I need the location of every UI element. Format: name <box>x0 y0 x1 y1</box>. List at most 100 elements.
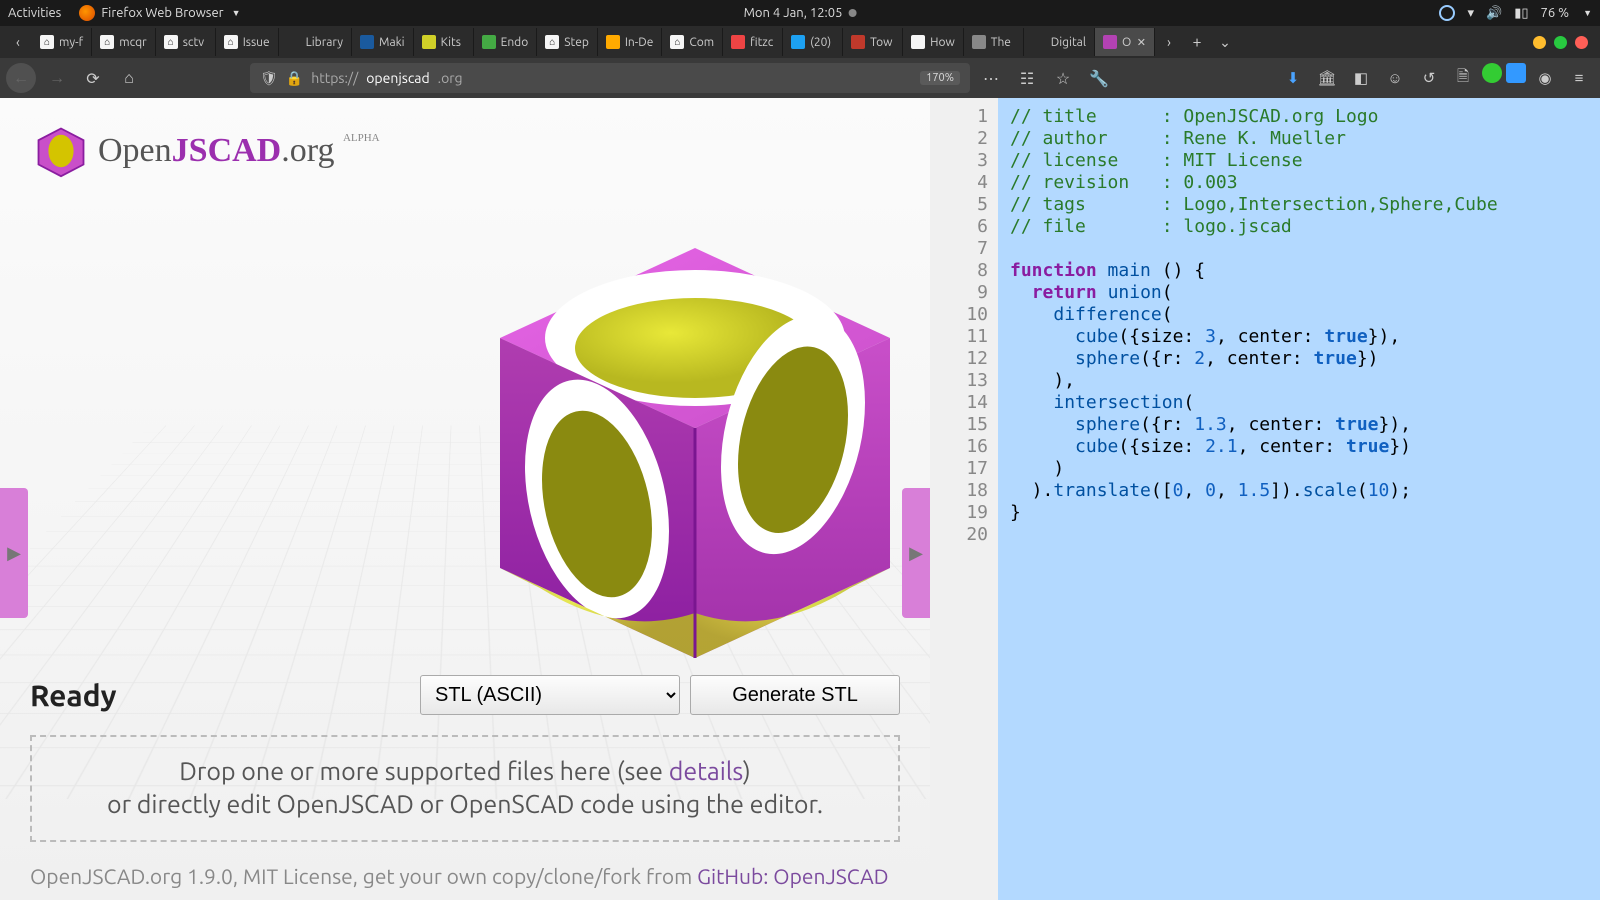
sidebar-icon[interactable]: ◧ <box>1346 63 1376 93</box>
url-host: openjscad <box>366 70 429 86</box>
account-icon[interactable]: ☺ <box>1380 63 1410 93</box>
tab-label: O <box>1122 36 1131 49</box>
ext1-icon[interactable] <box>1482 63 1502 83</box>
reader-icon[interactable]: ☷ <box>1012 63 1042 93</box>
hamburger-menu[interactable]: ≡ <box>1564 63 1594 93</box>
tab-label: Library <box>306 36 343 49</box>
new-tab-button[interactable]: + <box>1183 33 1211 51</box>
favicon <box>911 35 925 49</box>
line-numbers: 1234567891011121314151617181920 <box>930 98 998 900</box>
browser-tab[interactable]: fitzc <box>723 28 783 56</box>
favicon <box>482 35 496 49</box>
browser-tab-strip: ‹ ⌂my-f⌂mcqr⌂sctv⌂IssueLibraryMakiKitsEn… <box>0 26 1600 58</box>
logo-cube-icon <box>34 124 88 178</box>
viewport-pane[interactable]: OpenJSCAD.org ALPHA <box>0 98 930 900</box>
address-bar[interactable]: 🛡 🔒 https://openjscad.org 170% <box>250 63 970 93</box>
library-icon[interactable]: 🏛 <box>1312 63 1342 93</box>
browser-tab[interactable]: ⌂ Com <box>662 28 723 56</box>
system-tray[interactable]: ▾ 🔊 ▮▯ 76 % ▼ <box>1439 5 1592 21</box>
favicon <box>360 35 374 49</box>
browser-tab[interactable]: In-De <box>598 28 663 56</box>
left-panel-toggle[interactable]: ▶ <box>0 488 28 618</box>
ext2-icon[interactable] <box>1506 63 1526 83</box>
dropzone-text: Drop one or more supported files here (s… <box>179 757 668 785</box>
tab-label: How <box>930 36 955 49</box>
battery-icon[interactable]: ▮▯ <box>1514 6 1528 21</box>
file-drop-zone[interactable]: Drop one or more supported files here (s… <box>30 735 900 843</box>
home-button[interactable]: ⌂ <box>114 63 144 93</box>
export-controls: Ready STL (ASCII) Generate STL <box>30 675 900 715</box>
all-tabs-button[interactable]: ⌄ <box>1211 28 1239 56</box>
favicon <box>422 35 436 49</box>
favicon <box>851 35 865 49</box>
forward-button[interactable]: → <box>42 63 72 93</box>
right-panel-toggle[interactable]: ▶ <box>902 488 930 618</box>
favicon: ⌂ <box>40 35 54 49</box>
ext3-icon[interactable]: ◉ <box>1530 63 1560 93</box>
browser-tab[interactable]: ⌂mcqr <box>92 28 155 56</box>
browser-tab[interactable]: (20) <box>783 28 843 56</box>
3d-model-preview[interactable] <box>460 218 930 688</box>
favicon <box>731 35 745 49</box>
page-actions-button[interactable]: ⋯ <box>976 63 1006 93</box>
updates-icon[interactable] <box>1439 5 1455 21</box>
browser-tab[interactable]: ⌂Issue <box>216 28 279 56</box>
browser-toolbar: ← → ⟳ ⌂ 🛡 🔒 https://openjscad.org 170% ⋯… <box>0 58 1600 98</box>
devtools-icon[interactable]: 🔧 <box>1084 63 1114 93</box>
activities-button[interactable]: Activities <box>8 6 61 20</box>
favicon: ⌂ <box>224 35 238 49</box>
dropzone-text-2: or directly edit OpenJSCAD or OpenSCAD c… <box>42 788 888 822</box>
favicon <box>606 35 620 49</box>
code-content[interactable]: // title : OpenJSCAD.org Logo // author … <box>998 98 1498 900</box>
browser-tab[interactable]: ⌂Step <box>537 28 598 56</box>
tab-label: The <box>991 36 1011 49</box>
shield-icon[interactable]: 🛡 <box>260 70 278 87</box>
lock-icon[interactable]: 🔒 <box>286 70 303 87</box>
zoom-indicator[interactable]: 170% <box>920 71 960 85</box>
sync-icon[interactable]: ↺ <box>1414 63 1444 93</box>
tab-label: Endo <box>501 36 529 49</box>
network-icon[interactable]: ▾ <box>1467 6 1474 21</box>
favicon: ⌂ <box>670 35 684 49</box>
github-link[interactable]: GitHub: OpenJSCAD <box>697 864 889 888</box>
app-logo: OpenJSCAD.org ALPHA <box>34 124 380 178</box>
downloads-icon[interactable]: ⬇ <box>1278 63 1308 93</box>
tab-scroll-right[interactable]: › <box>1155 28 1183 56</box>
close-window-button[interactable] <box>1575 36 1588 49</box>
tab-label: sctv <box>183 36 204 49</box>
volume-icon[interactable]: 🔊 <box>1486 6 1502 21</box>
back-button[interactable]: ← <box>6 63 36 93</box>
favicon <box>791 35 805 49</box>
browser-tab[interactable]: Kits <box>414 28 474 56</box>
app-menu[interactable]: Firefox Web Browser ▼ <box>79 5 240 21</box>
browser-tab[interactable]: ⌂sctv <box>156 28 216 56</box>
window-controls <box>1533 36 1596 49</box>
minimize-button[interactable] <box>1533 36 1546 49</box>
generate-button[interactable]: Generate STL <box>690 675 900 715</box>
tab-scroll-left[interactable]: ‹ <box>4 28 32 56</box>
browser-tab[interactable]: Digital <box>1024 28 1095 56</box>
format-select[interactable]: STL (ASCII) <box>420 675 680 715</box>
bookmark-star-icon[interactable]: ☆ <box>1048 63 1078 93</box>
gnome-top-bar: Activities Firefox Web Browser ▼ Mon 4 J… <box>0 0 1600 26</box>
tab-label: Com <box>689 36 714 49</box>
browser-tab[interactable]: ⌂my-f <box>32 28 92 56</box>
chevron-down-icon: ▼ <box>1583 8 1592 18</box>
clock[interactable]: Mon 4 Jan, 12:05 <box>744 6 857 20</box>
browser-tab[interactable]: Maki <box>352 28 414 56</box>
reload-button[interactable]: ⟳ <box>78 63 108 93</box>
browser-tab[interactable]: Tow <box>843 28 903 56</box>
browser-tab[interactable]: The <box>964 28 1024 56</box>
favicon <box>972 35 986 49</box>
url-tld: .org <box>438 70 463 86</box>
browser-tab[interactable]: Library <box>279 28 352 56</box>
close-tab-icon[interactable]: ✕ <box>1137 36 1146 49</box>
note-icon[interactable]: 🗎 <box>1448 63 1478 93</box>
browser-tab[interactable]: O✕ <box>1095 28 1155 56</box>
details-link[interactable]: details <box>669 757 743 785</box>
code-editor[interactable]: 1234567891011121314151617181920 // title… <box>930 98 1600 900</box>
browser-tab[interactable]: How <box>903 28 964 56</box>
maximize-button[interactable] <box>1554 36 1567 49</box>
browser-tab[interactable]: Endo <box>474 28 538 56</box>
favicon <box>287 35 301 49</box>
